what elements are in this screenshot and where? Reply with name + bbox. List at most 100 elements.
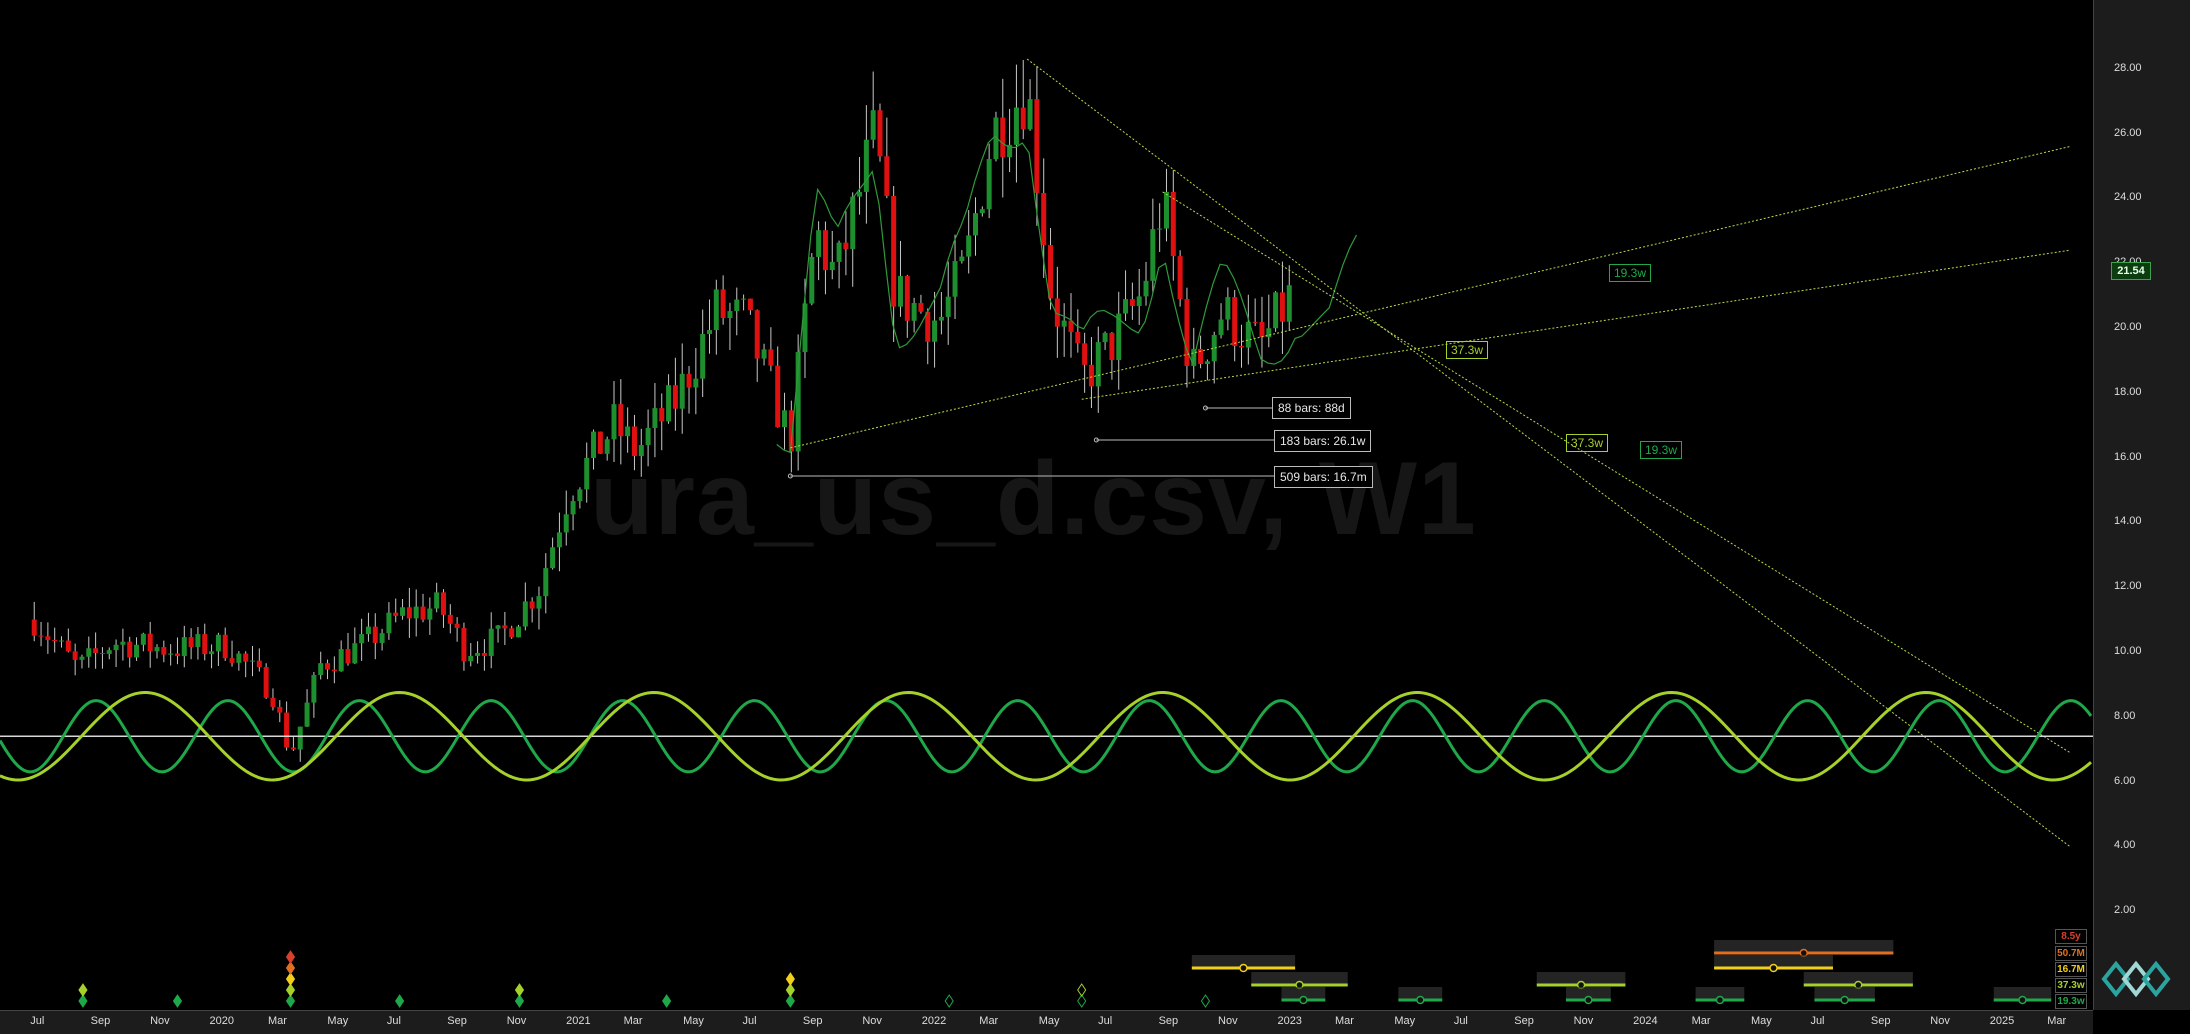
price-tick: 16.00 [2114,450,2142,463]
price-tick: 12.00 [2114,580,2142,593]
candle-body [932,320,938,342]
candle-body [174,653,180,657]
candle-body [181,637,187,657]
candle-body [625,426,631,437]
candle-body [365,626,371,635]
candle-body [488,628,494,656]
candle-body [134,644,140,658]
candle-body [700,333,706,379]
cycle-tag-19-3w: 19.3w [2055,994,2087,1009]
candle-body [1109,332,1115,360]
candle-body [311,674,317,703]
time-tick: 2020 [209,1015,234,1027]
time-tick: Sep [447,1015,467,1027]
candle-body [522,601,528,627]
candle-body [1034,99,1040,194]
time-tick: Nov [506,1015,527,1027]
candle-body [454,623,460,628]
candle-body [236,653,242,663]
cycle-tag-50-7m: 50.7M [2055,946,2087,961]
price-tick: 6.00 [2114,774,2136,787]
trendline [1081,249,2070,400]
candle-body [1088,364,1094,387]
time-tick: Mar [979,1015,999,1027]
candle-body [986,159,992,210]
candle-body [734,299,740,312]
price-scale[interactable] [2093,0,2190,1010]
candle-body [168,653,174,655]
time-tick: Nov [1573,1015,1594,1027]
candle-body [52,639,58,641]
bars-label-509: 509 bars: 16.7m [1274,466,1373,488]
cycle-tag-37-3w: 37.3w [2055,978,2087,993]
candle-body [413,606,419,619]
time-tick: Mar [1691,1015,1711,1027]
time-tick: Jul [742,1015,757,1027]
last-price-label: 21.54 [2111,262,2151,280]
price-tick: 2.00 [2114,904,2136,917]
candle-body [761,349,767,359]
candle-body [938,316,944,321]
plot-area[interactable] [0,0,2093,1010]
time-tick: Jul [30,1015,45,1027]
candle-body [31,619,37,636]
candle-body [809,256,815,304]
time-tick: May [1394,1015,1416,1027]
candle-body [290,747,296,750]
candle-body [870,110,876,140]
candle-body [270,697,276,707]
candle-body [386,612,392,634]
projection-center [1239,963,1248,973]
candle-body [406,607,412,619]
candle-body [741,298,747,300]
cycle-diamond [285,950,296,964]
candle-body [1075,331,1081,344]
candle-body [222,634,228,659]
candle-body [113,644,119,651]
candle-body [447,614,453,624]
candle-body [720,289,726,318]
projection-center [2018,995,2027,1005]
time-tick: Mar [623,1015,643,1027]
candle-body [857,191,863,197]
candle-body [877,110,883,157]
candle-body [256,660,262,668]
candle-body [666,385,672,422]
cycle-tag-16-7m: 16.7M [2055,962,2087,977]
cycle-diamond [662,994,672,1008]
candle-body [727,311,733,318]
candle-body [816,230,822,257]
time-tick: Sep [1870,1015,1891,1027]
candle-body [1143,280,1149,297]
candle-body [400,607,406,616]
candle-body [249,660,255,662]
candle-body [209,651,215,655]
candle-body [693,378,699,388]
candle-body [99,653,105,655]
candle-body [768,349,774,366]
projection-label-37w: 37.3w [1446,341,1489,359]
candle-body [652,408,658,428]
candle-body [686,373,692,388]
time-tick: Nov [1218,1015,1238,1027]
candle-body [1082,343,1088,365]
candle-body [243,653,249,662]
time-tick: Mar [2047,1015,2067,1027]
time-tick: Nov [1930,1015,1950,1027]
candle-body [1129,299,1135,306]
candle-body [597,431,603,454]
candle-body [215,634,221,652]
candle-body [945,296,951,317]
candle-body [570,501,576,515]
candle-body [38,635,44,637]
price-tick: 24.00 [2114,191,2142,204]
candle-body [631,426,637,457]
candle-body [1163,191,1169,229]
candle-body [263,667,269,698]
composite-line [776,135,1358,454]
candle-body [822,230,828,271]
candle-body [584,457,590,490]
candle-body [440,592,446,615]
candle-body [297,726,303,750]
candle-body [1136,296,1142,306]
